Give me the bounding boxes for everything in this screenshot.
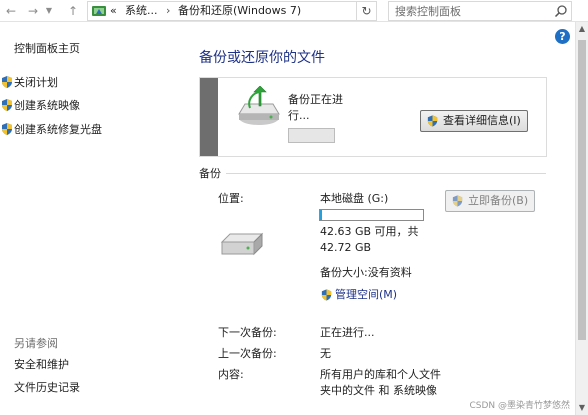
refresh-icon[interactable]: ↻ xyxy=(357,1,377,21)
uac-shield-icon xyxy=(2,76,12,88)
manage-space-link[interactable]: 管理空间(M) xyxy=(320,287,397,303)
manage-space-label: 管理空间(M) xyxy=(335,288,398,301)
next-backup-value: 正在进行... xyxy=(320,326,375,339)
create-repair-disc-link[interactable]: 创建系统修复光盘 xyxy=(14,123,102,137)
scroll-up-icon[interactable]: ▲ xyxy=(576,22,588,36)
scroll-down-icon[interactable]: ▼ xyxy=(576,401,588,415)
recent-locations-chevron-icon[interactable]: ▼ xyxy=(44,3,54,19)
last-backup-label: 上一次备份: xyxy=(218,347,277,360)
turn-off-schedule-link[interactable]: 关闭计划 xyxy=(14,76,58,90)
backup-progress-panel: 备份正在进行... 查看详细信息(I) xyxy=(199,77,547,157)
backup-now-button[interactable]: 立即备份(B) xyxy=(445,190,536,212)
uac-shield-icon xyxy=(427,115,438,127)
create-system-image-link[interactable]: 创建系统映像 xyxy=(14,99,80,113)
breadcrumb-overflow[interactable]: « xyxy=(110,4,117,18)
up-arrow-icon[interactable]: ↑ xyxy=(66,3,80,19)
view-details-button[interactable]: 查看详细信息(I) xyxy=(420,110,528,132)
view-details-label: 查看详细信息(I) xyxy=(443,114,521,127)
section-divider xyxy=(226,173,546,174)
free-space-line-1: 42.63 GB 可用，共 xyxy=(320,225,419,238)
disk-usage-bar xyxy=(319,209,424,221)
uac-shield-icon xyxy=(2,99,12,111)
last-backup-value: 无 xyxy=(320,347,331,360)
breadcrumb-separator-icon[interactable]: › xyxy=(166,4,170,18)
breadcrumb-system[interactable]: 系统... xyxy=(125,4,158,18)
control-panel-icon xyxy=(92,6,106,16)
free-space-line-2: 42.72 GB xyxy=(320,241,372,254)
backup-progress-icon xyxy=(238,86,280,125)
control-panel-home-link[interactable]: 控制面板主页 xyxy=(14,42,80,56)
forward-arrow-icon[interactable]: → xyxy=(26,3,40,19)
search-input[interactable] xyxy=(389,2,553,20)
backup-progress-bar xyxy=(288,128,335,143)
progress-stripe xyxy=(200,78,218,156)
scroll-thumb[interactable] xyxy=(578,40,586,340)
breadcrumb[interactable]: « 系统... › 备份和还原(Windows 7) ∨ xyxy=(87,1,435,21)
disk-usage-fill xyxy=(320,210,323,220)
see-also-heading: 另请参阅 xyxy=(14,337,58,350)
security-maintenance-link[interactable]: 安全和维护 xyxy=(14,358,69,372)
backup-size-text: 备份大小:没有资料 xyxy=(320,266,412,279)
search-box[interactable] xyxy=(388,1,572,21)
vertical-scrollbar[interactable]: ▲ ▼ xyxy=(575,22,588,415)
back-arrow-icon[interactable]: ← xyxy=(4,3,18,19)
backup-section-heading: 备份 xyxy=(199,167,221,180)
location-label: 位置: xyxy=(218,192,244,205)
hard-drive-icon xyxy=(220,232,264,256)
left-navigation-pane: 控制面板主页 关闭计划 创建系统映像 创建系统修复光盘 另请参阅 安全和维护 文… xyxy=(0,22,188,415)
help-icon[interactable]: ? xyxy=(555,29,570,44)
breadcrumb-backup-restore[interactable]: 备份和还原(Windows 7) xyxy=(178,4,301,18)
next-backup-label: 下一次备份: xyxy=(218,326,277,339)
backup-now-label: 立即备份(B) xyxy=(468,194,529,207)
contents-label: 内容: xyxy=(218,368,244,381)
uac-shield-icon xyxy=(321,289,332,301)
uac-shield-icon xyxy=(452,195,463,207)
uac-shield-icon xyxy=(2,123,12,135)
search-icon[interactable] xyxy=(554,4,568,18)
contents-value: 所有用户的库和个人文件夹中的文件 和 系统映像 xyxy=(320,368,441,397)
backup-status-text: 备份正在进行... xyxy=(288,93,343,122)
file-history-link[interactable]: 文件历史记录 xyxy=(14,381,80,395)
page-title: 备份或还原你的文件 xyxy=(199,50,325,66)
address-bar: ← → ▼ ↑ « 系统... › 备份和还原(Windows 7) ∨ ↻ xyxy=(0,0,588,22)
watermark-text: CSDN @墨染青竹梦悠然 xyxy=(469,401,570,411)
location-value: 本地磁盘 (G:) xyxy=(320,192,389,205)
